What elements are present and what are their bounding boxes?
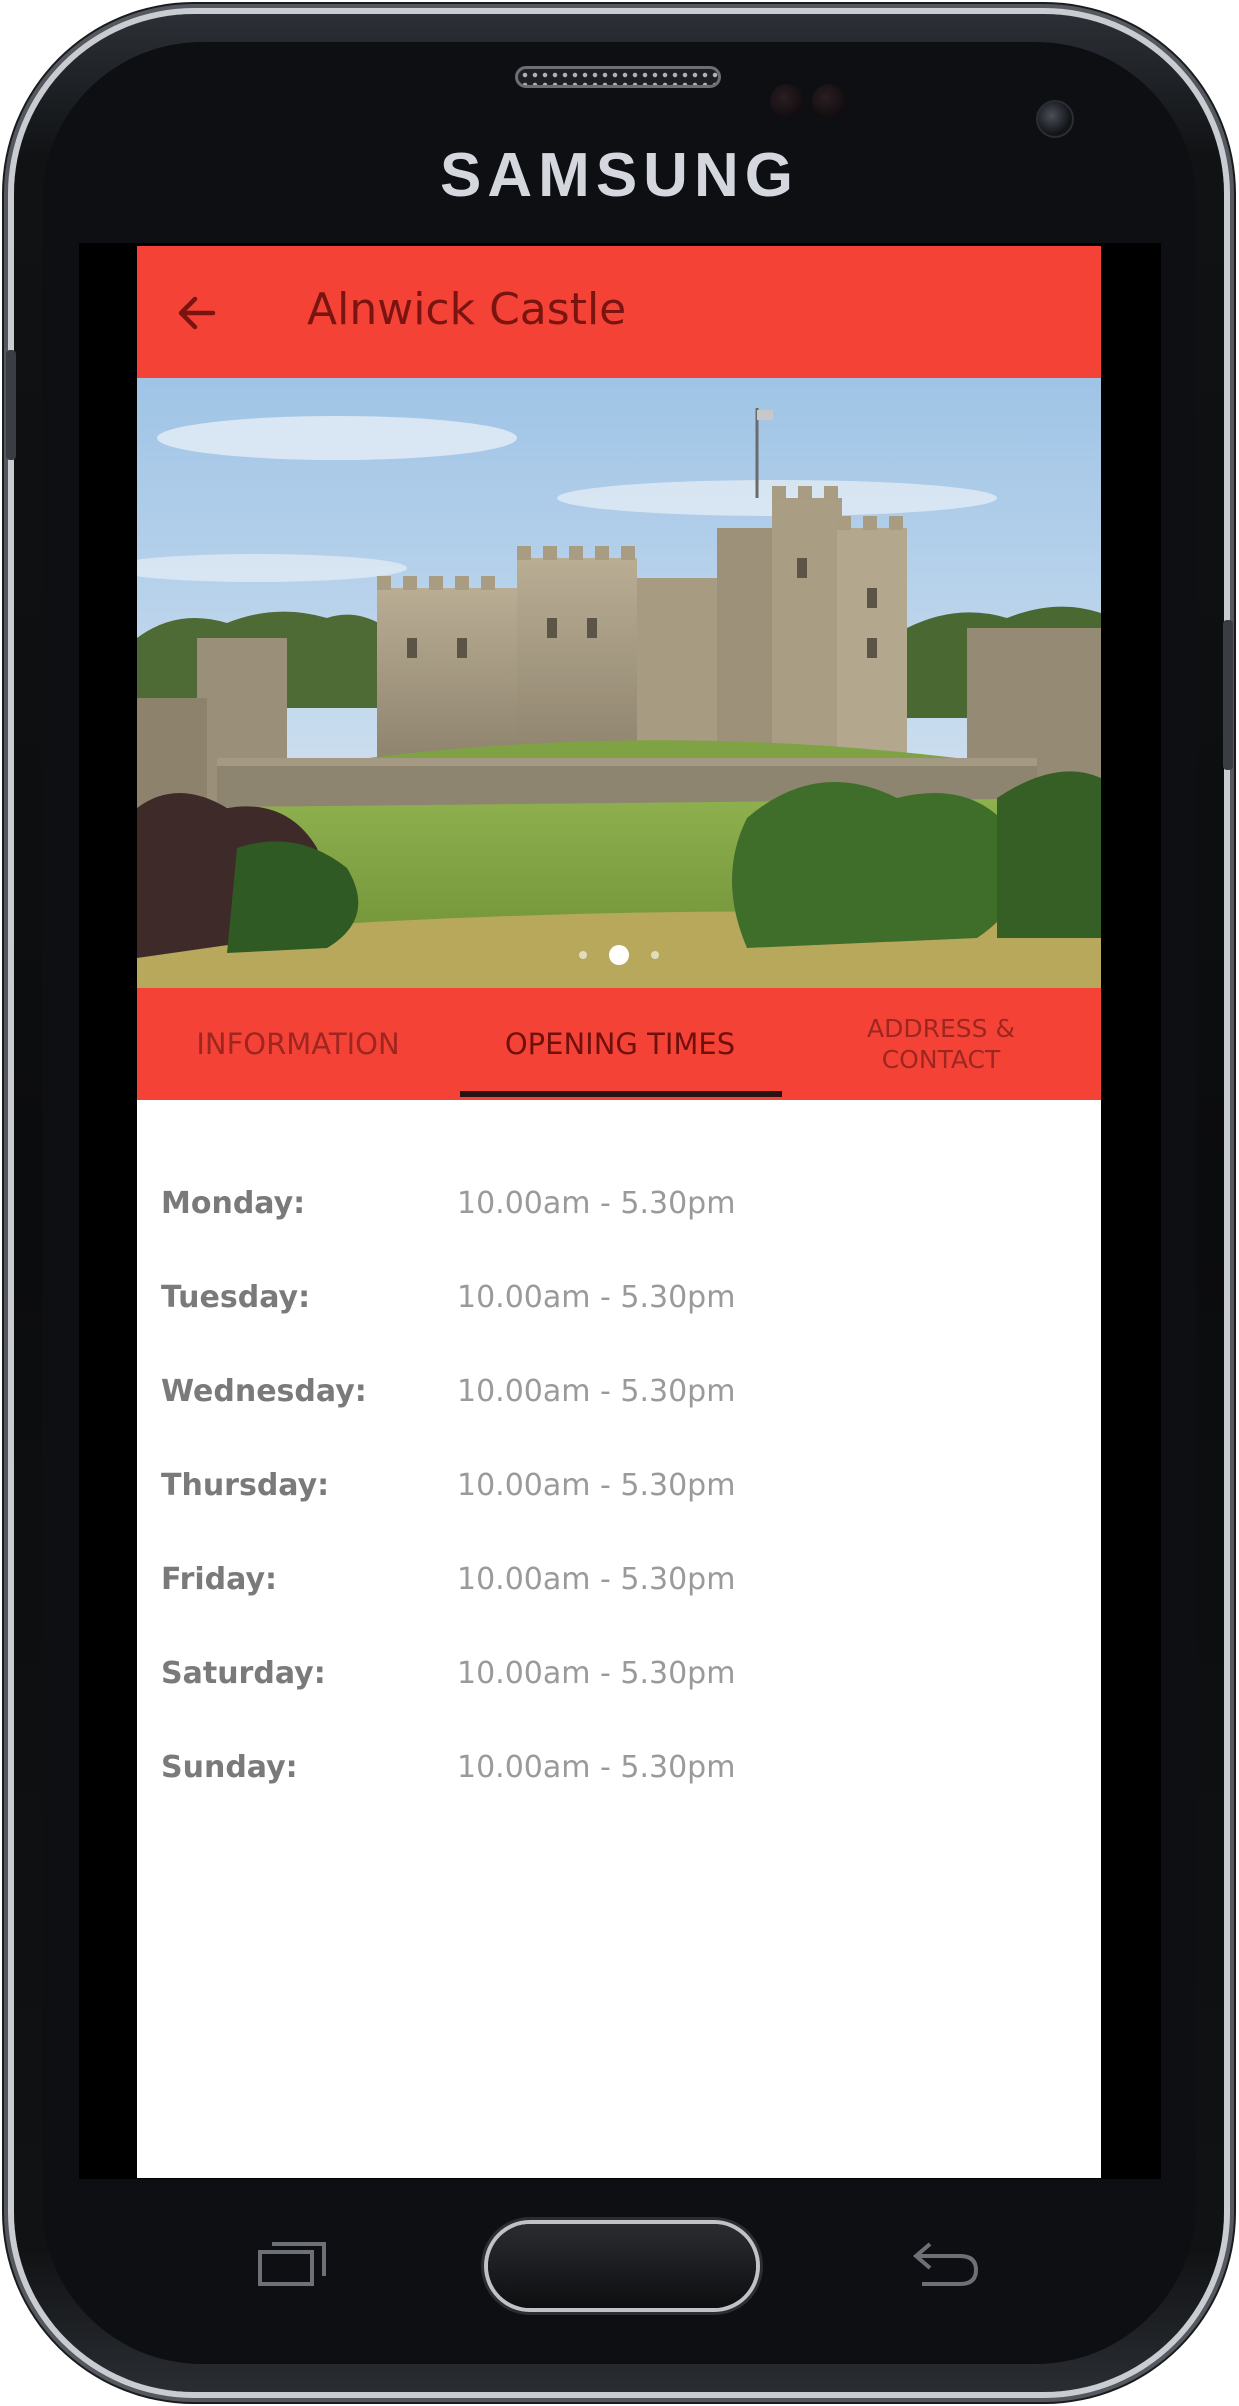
opening-times-list: Monday: 10.00am - 5.30pm Tuesday: 10.00a… bbox=[161, 1186, 1061, 1844]
day-label: Monday: bbox=[161, 1186, 306, 1221]
list-item: Friday: 10.00am - 5.30pm bbox=[161, 1562, 1061, 1656]
list-item: Monday: 10.00am - 5.30pm bbox=[161, 1186, 1061, 1280]
day-label: Friday: bbox=[161, 1562, 278, 1597]
tab-address-label: ADDRESS & CONTACT bbox=[867, 1014, 1015, 1074]
tab-selected-indicator bbox=[460, 1091, 782, 1097]
front-camera bbox=[1036, 100, 1074, 138]
day-label: Thursday: bbox=[161, 1468, 330, 1503]
home-button[interactable] bbox=[488, 2224, 756, 2308]
volume-key bbox=[6, 350, 16, 460]
light-sensor bbox=[812, 84, 846, 118]
hours-value: 10.00am - 5.30pm bbox=[457, 1656, 736, 1691]
list-item: Wednesday: 10.00am - 5.30pm bbox=[161, 1374, 1061, 1468]
hardware-back-button[interactable] bbox=[908, 2234, 984, 2292]
list-item: Tuesday: 10.00am - 5.30pm bbox=[161, 1280, 1061, 1374]
hours-value: 10.00am - 5.30pm bbox=[457, 1468, 736, 1503]
back-button[interactable] bbox=[169, 286, 223, 340]
tab-address-contact[interactable]: ADDRESS & CONTACT bbox=[781, 988, 1101, 1100]
hero-image-carousel[interactable] bbox=[137, 378, 1101, 988]
page-title: Alnwick Castle bbox=[307, 284, 627, 335]
tab-bar: INFORMATION OPENING TIMES ADDRESS & CONTA… bbox=[137, 988, 1101, 1100]
carousel-dot-active[interactable] bbox=[609, 945, 629, 965]
tab-opening-times[interactable]: OPENING TIMES bbox=[459, 988, 781, 1100]
carousel-dot[interactable] bbox=[579, 951, 587, 959]
brand-logo: SAMSUNG bbox=[440, 141, 799, 210]
recent-apps-icon bbox=[258, 2242, 326, 2286]
hours-value: 10.00am - 5.30pm bbox=[457, 1280, 736, 1315]
day-label: Wednesday: bbox=[161, 1374, 367, 1409]
day-label: Saturday: bbox=[161, 1656, 326, 1691]
recent-apps-button[interactable] bbox=[256, 2238, 328, 2288]
carousel-indicator bbox=[137, 943, 1101, 967]
castle-photo bbox=[137, 378, 1101, 988]
hours-value: 10.00am - 5.30pm bbox=[457, 1374, 736, 1409]
back-arrow-icon bbox=[912, 2242, 979, 2286]
hours-value: 10.00am - 5.30pm bbox=[457, 1186, 736, 1221]
hours-value: 10.00am - 5.30pm bbox=[457, 1562, 736, 1597]
tab-information[interactable]: INFORMATION bbox=[137, 988, 459, 1100]
power-key bbox=[1223, 620, 1233, 770]
app-bar: Alnwick Castle bbox=[137, 246, 1101, 378]
carousel-dot[interactable] bbox=[651, 951, 659, 959]
arrow-left-icon bbox=[178, 296, 216, 330]
list-item: Saturday: 10.00am - 5.30pm bbox=[161, 1656, 1061, 1750]
day-label: Sunday: bbox=[161, 1750, 298, 1785]
day-label: Tuesday: bbox=[161, 1280, 311, 1315]
hours-value: 10.00am - 5.30pm bbox=[457, 1750, 736, 1785]
list-item: Thursday: 10.00am - 5.30pm bbox=[161, 1468, 1061, 1562]
proximity-sensor bbox=[770, 84, 804, 118]
earpiece-speaker bbox=[515, 66, 721, 88]
app-screen: Alnwick Castle INFORMATION OPENING TIMES… bbox=[137, 246, 1101, 2178]
list-item: Sunday: 10.00am - 5.30pm bbox=[161, 1750, 1061, 1844]
